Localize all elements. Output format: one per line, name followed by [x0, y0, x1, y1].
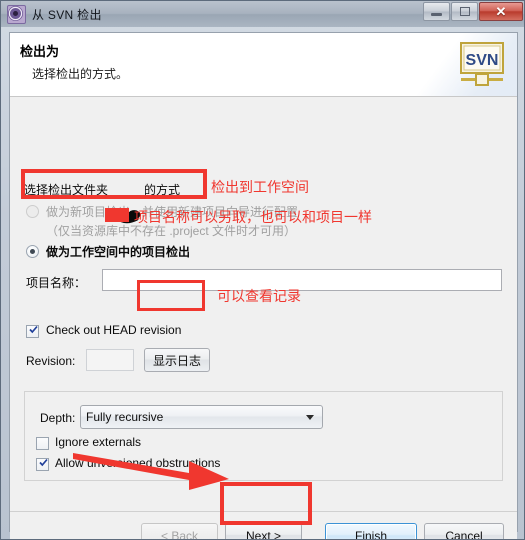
svg-text:SVN: SVN [466, 52, 499, 69]
depth-select-value: Fully recursive [86, 410, 164, 424]
finish-button[interactable]: Finish [325, 523, 417, 539]
page-title: 检出为 [20, 44, 60, 59]
check-icon [39, 458, 48, 467]
window-titlebar: 从 SVN 检出 ✕ [1, 1, 524, 27]
back-button[interactable]: < Back [141, 523, 218, 539]
wizard-header: 检出为 选择检出的方式。 SVN [10, 33, 517, 97]
close-button[interactable]: ✕ [479, 2, 523, 21]
svn-logo-icon: SVN [460, 42, 504, 86]
page-subtitle: 选择检出的方式。 [32, 67, 129, 81]
svn-checkout-window: 从 SVN 检出 ✕ 检出为 选择检出的方式。 SVN 选择检出文件夹 的方式 … [0, 0, 525, 540]
checkbox-allow-unversioned[interactable] [36, 458, 49, 471]
show-log-button[interactable]: 显示日志 [144, 348, 210, 372]
depth-label: Depth: [40, 411, 76, 425]
revision-label: Revision: [26, 354, 76, 368]
radio-workspace-project-label: 做为工作空间中的项目检出 [46, 245, 191, 259]
checkbox-head-revision[interactable] [26, 325, 39, 338]
wizard-footer: < Back Next > Finish Cancel [10, 512, 517, 539]
checkout-mode-label-suffix: 的方式 [144, 183, 181, 197]
chevron-down-icon [306, 415, 314, 420]
project-name-label: 项目名称： [26, 276, 87, 290]
gear-icon [7, 4, 26, 24]
dialog-panel: 检出为 选择检出的方式。 SVN 选择检出文件夹 的方式 做为新项目检出，并使用… [9, 32, 518, 539]
minimize-icon [431, 13, 442, 16]
maximize-icon [459, 7, 470, 16]
close-icon: ✕ [495, 4, 507, 19]
window-title: 从 SVN 检出 [32, 7, 102, 22]
annotation-marker-project-name [105, 208, 129, 222]
cancel-button[interactable]: Cancel [424, 523, 504, 539]
checkbox-ignore-externals-label: Ignore externals [55, 435, 142, 449]
minimize-button[interactable] [423, 2, 450, 21]
depth-select[interactable]: Fully recursive [80, 405, 323, 429]
checkbox-allow-unversioned-label: Allow unversioned obstructions [55, 456, 221, 470]
annotation-project-name-hint: 项目名称可以另取，也可以和项目一样 [134, 209, 372, 225]
annotation-view-log-hint: 可以查看记录 [217, 288, 301, 304]
radio-new-project[interactable] [26, 205, 39, 218]
revision-input[interactable] [86, 349, 134, 371]
checkbox-head-revision-label: Check out HEAD revision [46, 323, 182, 337]
checkout-mode-label: 选择检出文件夹 [24, 183, 109, 197]
maximize-button[interactable] [451, 2, 478, 21]
next-button[interactable]: Next > [225, 523, 302, 539]
project-name-input[interactable] [102, 269, 502, 291]
annotation-checkout-to-workspace: 检出到工作空间 [211, 179, 309, 195]
check-icon [29, 325, 38, 334]
window-controls: ✕ [423, 2, 523, 21]
radio-workspace-project[interactable] [26, 245, 39, 258]
checkbox-ignore-externals[interactable] [36, 437, 49, 450]
